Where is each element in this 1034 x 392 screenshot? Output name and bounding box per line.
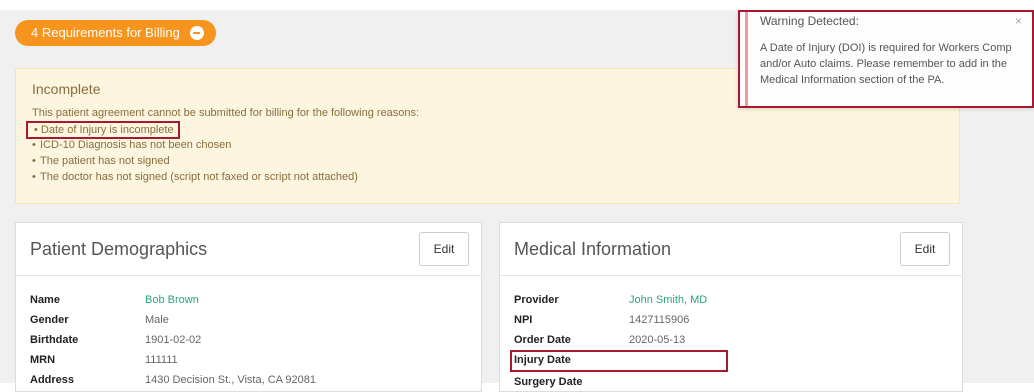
medical-information-card: Medical Information Edit Provider John Sm… (499, 222, 963, 392)
medical-fields: Provider John Smith, MD NPI 1427115906 Ord… (500, 276, 962, 392)
reasons-list: • Date of Injury is incomplete ICD-10 Di… (26, 121, 959, 185)
billing-requirements-label: 4 Requirements for Billing (31, 25, 180, 40)
reason-item: The doctor has not signed (script not fa… (32, 169, 959, 185)
provider-link[interactable]: John Smith, MD (629, 290, 707, 310)
surgery-date-row: Surgery Date (514, 376, 583, 388)
incomplete-description: This patient agreement cannot be submitt… (32, 107, 420, 119)
patient-demographics-header: Patient Demographics Edit (16, 223, 481, 276)
patient-demographics-card: Patient Demographics Edit Name Bob Brown … (15, 222, 482, 392)
minus-circle-icon (189, 26, 204, 40)
patient-edit-button[interactable]: Edit (419, 232, 469, 266)
patient-name-row: Name Bob Brown (30, 290, 481, 310)
toast-message: A Date of Injury (DOI) is required for W… (760, 42, 1012, 86)
toast-accent-stripe (745, 12, 748, 106)
patient-name-link[interactable]: Bob Brown (145, 290, 199, 310)
patient-address-row: Address 1430 Decision St., Vista, CA 9208… (30, 374, 317, 386)
warning-toast: Warning Detected: × A Date of Injury (DO… (738, 10, 1034, 108)
patient-mrn-row: MRN 111111 (30, 354, 178, 366)
order-date-row: Order Date 2020-05-13 (514, 334, 686, 346)
medical-edit-button[interactable]: Edit (900, 232, 950, 266)
toast-title: Warning Detected: (760, 14, 859, 28)
npi-row: NPI 1427115906 (514, 314, 690, 326)
patient-fields: Name Bob Brown Gender Male Birthdate 1901-0… (16, 276, 481, 390)
close-icon[interactable]: × (1015, 14, 1022, 28)
patient-demographics-title: Patient Demographics (30, 238, 208, 259)
provider-row: Provider John Smith, MD (514, 290, 962, 310)
reason-item: The patient has not signed (32, 153, 959, 169)
reason-item: ICD-10 Diagnosis has not been chosen (32, 137, 959, 153)
medical-information-title: Medical Information (514, 238, 672, 259)
patient-birthdate-row: Birthdate 1901-02-02 (30, 334, 202, 346)
injury-date-row: Injury Date (510, 350, 728, 372)
patient-gender-row: Gender Male (30, 314, 169, 326)
reason-item: • Date of Injury is incomplete (26, 121, 959, 139)
medical-information-header: Medical Information Edit (500, 223, 962, 276)
billing-requirements-button[interactable]: 4 Requirements for Billing (15, 20, 216, 46)
